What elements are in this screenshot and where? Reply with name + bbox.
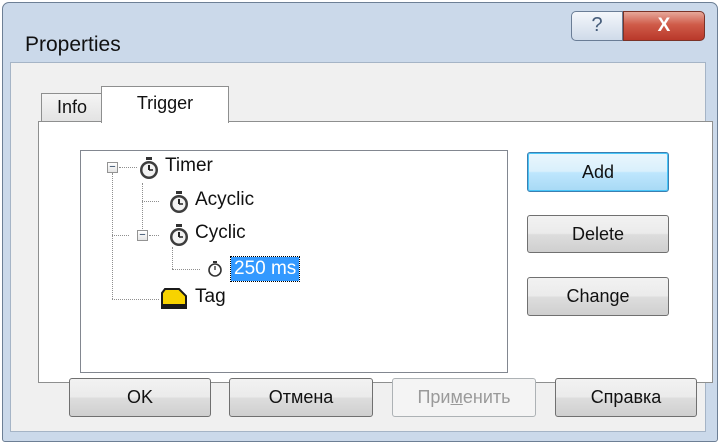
tree-line — [172, 269, 200, 270]
tree-line — [172, 247, 173, 269]
tree-line — [112, 299, 159, 300]
tree-node-timer[interactable]: Timer — [165, 155, 213, 177]
delete-button[interactable]: Delete — [527, 215, 669, 253]
apply-label-part: енить — [462, 387, 511, 407]
tree-node-tag[interactable]: Tag — [195, 286, 226, 308]
apply-label-part: При — [417, 387, 451, 407]
tree-node-250ms[interactable]: 250 ms — [229, 256, 301, 282]
tree-node-cyclic[interactable]: Cyclic — [195, 222, 246, 244]
stopwatch-icon — [140, 157, 158, 179]
tree-line — [112, 173, 113, 299]
cancel-button[interactable]: Отмена — [229, 378, 373, 417]
tree-line — [142, 201, 159, 202]
tree-line — [142, 183, 143, 201]
collapse-toggle-cyclic[interactable]: − — [137, 230, 148, 241]
add-button[interactable]: Add — [527, 152, 669, 192]
help-button[interactable]: Справка — [555, 378, 697, 417]
dialog-title: Properties — [25, 33, 121, 56]
close-icon: X — [657, 15, 671, 36]
tab-info[interactable]: Info — [41, 93, 103, 121]
trigger-tree-view[interactable]: − Timer Acyclic − Cyclic 250 ms Tag — [80, 150, 508, 373]
stopwatch-icon — [170, 191, 188, 213]
trigger-tab-panel: − Timer Acyclic − Cyclic 250 ms Tag Add … — [38, 121, 713, 383]
apply-label-accelerator: м — [450, 387, 463, 407]
help-caption-button[interactable]: ? — [571, 11, 623, 41]
tree-line — [149, 235, 159, 236]
close-caption-button[interactable]: X — [623, 11, 705, 41]
apply-button: Применить — [392, 378, 536, 417]
yellow-tag-icon — [161, 288, 187, 309]
change-button[interactable]: Change — [527, 277, 669, 316]
stopwatch-icon — [170, 224, 188, 246]
tree-line — [112, 235, 129, 236]
tab-trigger[interactable]: Trigger — [101, 86, 229, 123]
ok-button[interactable]: OK — [69, 378, 211, 417]
collapse-toggle-timer[interactable]: − — [107, 162, 118, 173]
tree-line — [119, 167, 137, 168]
dialog-client-area: Info Trigger − Timer Acyclic − Cyclic 25… — [10, 62, 713, 432]
question-mark-icon: ? — [591, 14, 603, 36]
tree-node-acyclic[interactable]: Acyclic — [195, 189, 254, 211]
small-clock-icon — [208, 261, 222, 277]
